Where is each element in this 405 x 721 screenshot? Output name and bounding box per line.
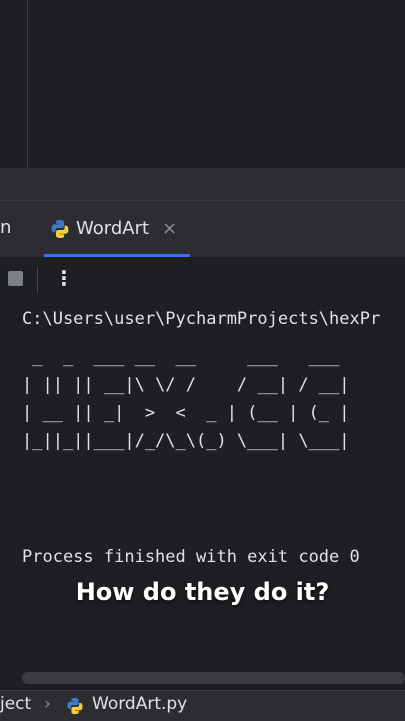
run-tab-bar: n WordArt × (0, 201, 405, 257)
more-options-icon[interactable]: ⋮ (54, 266, 74, 290)
breadcrumb-file[interactable]: WordArt.py (92, 694, 187, 714)
breadcrumb-project[interactable]: ject (0, 694, 31, 714)
close-icon[interactable]: × (162, 218, 177, 239)
run-toolbar: ⋮ (0, 257, 405, 301)
tab-previous[interactable]: n (0, 217, 11, 238)
video-caption: How do they do it? (75, 578, 330, 606)
tab-label: WordArt (76, 218, 150, 239)
process-finished-message: Process finished with exit code 0 (22, 547, 360, 567)
panel-splitter[interactable] (0, 168, 405, 200)
run-tool-window: n WordArt × ⋮ C:\Users\user\PycharmProje… (0, 200, 405, 691)
chevron-right-icon: › (44, 694, 51, 714)
tab-wordart[interactable]: WordArt × (44, 201, 190, 257)
gutter-divider (27, 0, 28, 168)
ascii-art-line: | __ || _| > < _ | (__ | (_ | (22, 403, 350, 423)
status-bar: ject › WordArt.py (0, 690, 405, 721)
console-output[interactable]: C:\Users\user\PycharmProjects\hexPr _ _ … (0, 301, 405, 691)
ascii-art-line: | || || __|\ \/ / / __| / __| (22, 375, 350, 395)
console-command-line: C:\Users\user\PycharmProjects\hexPr (22, 309, 381, 329)
horizontal-scrollbar[interactable] (22, 672, 405, 684)
stop-icon[interactable] (8, 271, 23, 286)
python-file-icon (67, 697, 83, 715)
ascii-art-output: _ _ ___ __ __ ___ ___ | || || __|\ \/ / … (22, 343, 350, 455)
toolbar-divider (37, 267, 38, 293)
editor-area[interactable] (0, 0, 405, 168)
python-icon (51, 220, 69, 238)
ascii-art-line: _ _ ___ __ __ ___ ___ (22, 347, 340, 367)
ascii-art-line: |_||_||___|/_/\_\(_) \___| \___| (22, 431, 350, 451)
